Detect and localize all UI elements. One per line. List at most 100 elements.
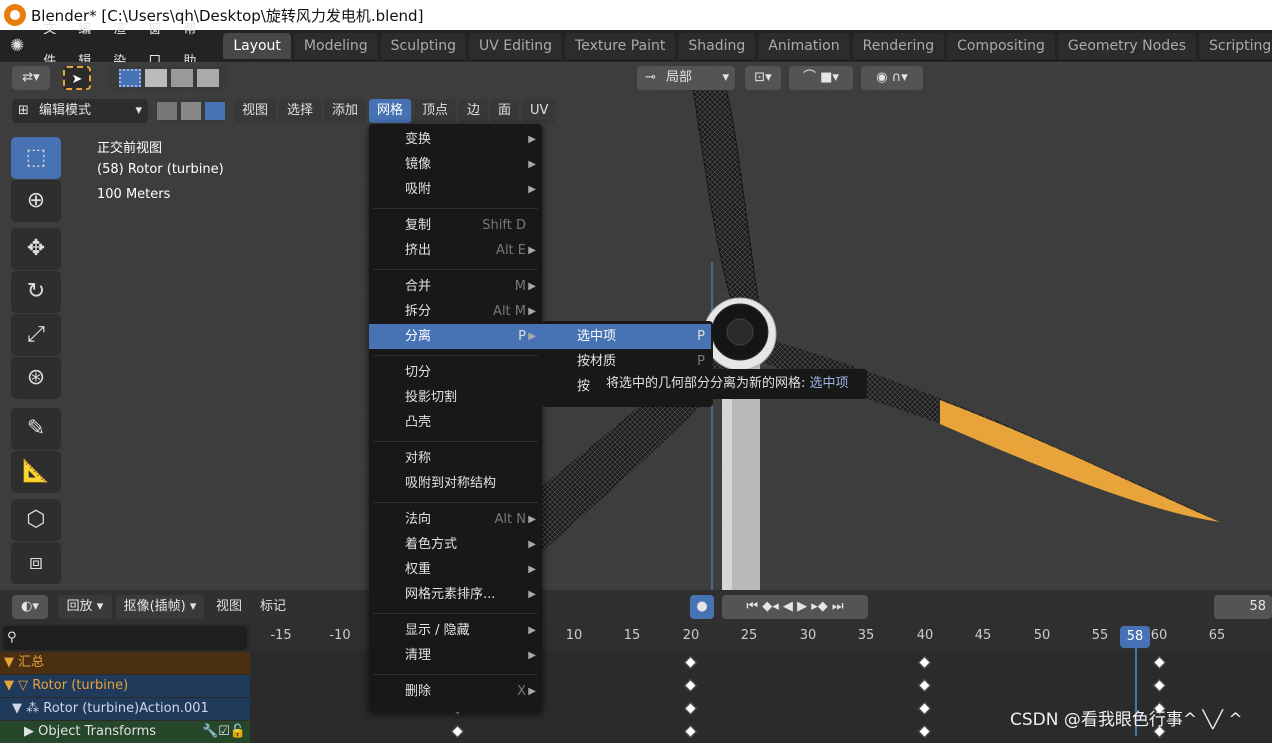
menu-item-shading[interactable]: 着色方式 ▶: [369, 532, 542, 557]
menu-item-weights[interactable]: 权重 ▶: [369, 557, 542, 582]
pivot-dropdown[interactable]: ⊸ 局部 ▾: [637, 66, 735, 90]
jump-end-icon[interactable]: ⏭: [832, 599, 844, 614]
timeline-menu-marker[interactable]: 标记: [252, 595, 294, 619]
edge-select-icon[interactable]: [181, 101, 201, 120]
extrude-tool[interactable]: ⧈: [11, 542, 61, 584]
keyframe[interactable]: [684, 702, 697, 715]
tab-shading[interactable]: Shading: [678, 33, 756, 59]
viewport-menu-view[interactable]: 视图: [234, 99, 277, 123]
expand-icon[interactable]: ▶: [24, 724, 34, 739]
menu-item-snap[interactable]: 吸附 ▶: [369, 177, 542, 202]
next-keyframe-icon[interactable]: ▸◆: [811, 599, 828, 614]
playhead-frame-badge[interactable]: 58: [1120, 626, 1150, 648]
timeline-editor[interactable]: ◐▾ 回放 ▾ 抠像(插帧) ▾ 视图 标记 ● ⏮ ◆◂ ◀ ▶ ▸◆ ⏭ 5…: [0, 590, 1272, 743]
viewport-menu-face[interactable]: 面: [490, 99, 520, 123]
menu-item-show-hide[interactable]: 显示 / 隐藏 ▶: [369, 618, 542, 643]
channel-search-input[interactable]: ⚲: [3, 626, 247, 650]
keyframe[interactable]: [918, 679, 931, 692]
current-frame-field[interactable]: 58: [1214, 595, 1272, 619]
select-box-modes[interactable]: [109, 66, 229, 90]
keyframe[interactable]: [684, 656, 697, 669]
tab-texture-paint[interactable]: Texture Paint: [565, 33, 676, 59]
keyframe[interactable]: [918, 656, 931, 669]
menu-item-normals[interactable]: 法向 Alt N ▶: [369, 507, 542, 532]
channel-toggle-icons[interactable]: 🔧☑🔓: [202, 721, 246, 743]
channel-object-transforms[interactable]: ▶ Object Transforms 🔧☑🔓: [0, 721, 250, 743]
add-cube-tool[interactable]: ⬡: [11, 499, 61, 541]
tab-modeling[interactable]: Modeling: [293, 33, 378, 59]
expand-icon[interactable]: ▼: [4, 678, 14, 693]
menu-item-duplicate[interactable]: 复制 Shift D: [369, 213, 542, 238]
rotate-tool[interactable]: ↻: [11, 271, 61, 313]
viewport-menu-uv[interactable]: UV: [522, 99, 557, 123]
menu-item-merge[interactable]: 合并 M ▶: [369, 274, 542, 299]
menu-item-bisect[interactable]: 切分: [369, 360, 542, 385]
proportional-edit-button[interactable]: ◉ ∩▾: [861, 66, 923, 90]
viewport-menu-select[interactable]: 选择: [279, 99, 322, 123]
scale-tool[interactable]: ⤢: [11, 314, 61, 356]
viewport-menu-vertex[interactable]: 顶点: [414, 99, 457, 123]
submenu-item-selection[interactable]: 选中项 P: [541, 324, 711, 349]
expand-icon[interactable]: ▼: [4, 655, 14, 670]
tab-scripting[interactable]: Scripting: [1198, 33, 1272, 59]
timeline-menu-view[interactable]: 视图: [208, 595, 250, 619]
menu-item-delete[interactable]: 删除 X ▶: [369, 679, 542, 704]
proportional-snap-button[interactable]: ⌒ ■▾: [789, 66, 853, 90]
menu-item-snap-to-symmetry[interactable]: 吸附到对称结构: [369, 471, 542, 496]
transform-orientation-button[interactable]: ⇄▾: [12, 66, 50, 90]
play-reverse-icon[interactable]: ◀: [783, 599, 793, 614]
playback-controls[interactable]: ⏮ ◆◂ ◀ ▶ ▸◆ ⏭: [722, 595, 868, 619]
select-box-tool[interactable]: ⬚: [11, 137, 61, 179]
viewport-menu-add[interactable]: 添加: [324, 99, 367, 123]
expand-icon[interactable]: ▼: [12, 701, 22, 716]
transform-tool[interactable]: ⊛: [11, 357, 61, 399]
play-icon[interactable]: ▶: [797, 599, 807, 614]
channel-action[interactable]: ▼ ⁂ Rotor (turbine)Action.001: [0, 698, 250, 720]
menu-item-knife-project[interactable]: 投影切割: [369, 385, 542, 410]
keyframe[interactable]: [1153, 679, 1166, 692]
menu-item-convex-hull[interactable]: 凸壳: [369, 410, 542, 435]
menu-item-extrude[interactable]: 挤出 Alt E ▶: [369, 238, 542, 263]
viewport-menu-mesh[interactable]: 网格: [369, 99, 412, 123]
channel-summary[interactable]: ▼ 汇总: [0, 652, 250, 674]
move-tool[interactable]: ✥: [11, 228, 61, 270]
menu-item-mirror[interactable]: 镜像 ▶: [369, 152, 542, 177]
menu-item-clean-up[interactable]: 清理 ▶: [369, 643, 542, 668]
tab-animation[interactable]: Animation: [758, 33, 850, 59]
annotate-tool[interactable]: ✎: [11, 408, 61, 450]
channel-object[interactable]: ▼ ▽ Rotor (turbine): [0, 675, 250, 697]
menu-item-sort-elements[interactable]: 网格元素排序... ▶: [369, 582, 542, 607]
select-element-modes[interactable]: [155, 99, 227, 123]
menu-item-separate[interactable]: 分离 P ▶: [369, 324, 542, 349]
snap-target-button[interactable]: ⊡▾: [745, 66, 781, 90]
tab-layout[interactable]: Layout: [223, 33, 291, 59]
mode-dropdown[interactable]: ⊞ 编辑模式 ▾: [12, 99, 148, 123]
blender-menu-icon[interactable]: ✺: [10, 35, 24, 57]
keyframe[interactable]: [1153, 656, 1166, 669]
select-invert-icon[interactable]: [197, 68, 220, 87]
keyframe[interactable]: [918, 702, 931, 715]
tab-rendering[interactable]: Rendering: [852, 33, 945, 59]
menu-item-split[interactable]: 拆分 Alt M ▶: [369, 299, 542, 324]
record-button[interactable]: ●: [690, 595, 714, 619]
jump-start-icon[interactable]: ⏮: [746, 599, 758, 614]
cursor-tool[interactable]: ⊕: [11, 180, 61, 222]
menu-item-transform[interactable]: 变换 ▶: [369, 127, 542, 152]
vertex-select-icon[interactable]: [156, 101, 177, 120]
keying-menu[interactable]: 抠像(插帧) ▾: [116, 595, 204, 619]
select-mode-icon[interactable]: ➤: [63, 66, 91, 90]
select-extend-icon[interactable]: [144, 68, 167, 87]
tab-uv-editing[interactable]: UV Editing: [468, 33, 563, 59]
tab-compositing[interactable]: Compositing: [947, 33, 1055, 59]
select-subtract-icon[interactable]: [171, 68, 194, 87]
playback-menu[interactable]: 回放 ▾: [58, 595, 112, 619]
prev-keyframe-icon[interactable]: ◆◂: [762, 599, 779, 614]
tab-geometry-nodes[interactable]: Geometry Nodes: [1057, 33, 1196, 59]
measure-tool[interactable]: 📐: [11, 451, 61, 493]
viewport-menu-edge[interactable]: 边: [459, 99, 489, 123]
select-set-icon[interactable]: [118, 68, 141, 87]
tab-sculpting[interactable]: Sculpting: [380, 33, 466, 59]
editor-type-button[interactable]: ◐▾: [12, 595, 48, 619]
keyframe[interactable]: [684, 679, 697, 692]
menu-item-symmetrize[interactable]: 对称: [369, 446, 542, 471]
